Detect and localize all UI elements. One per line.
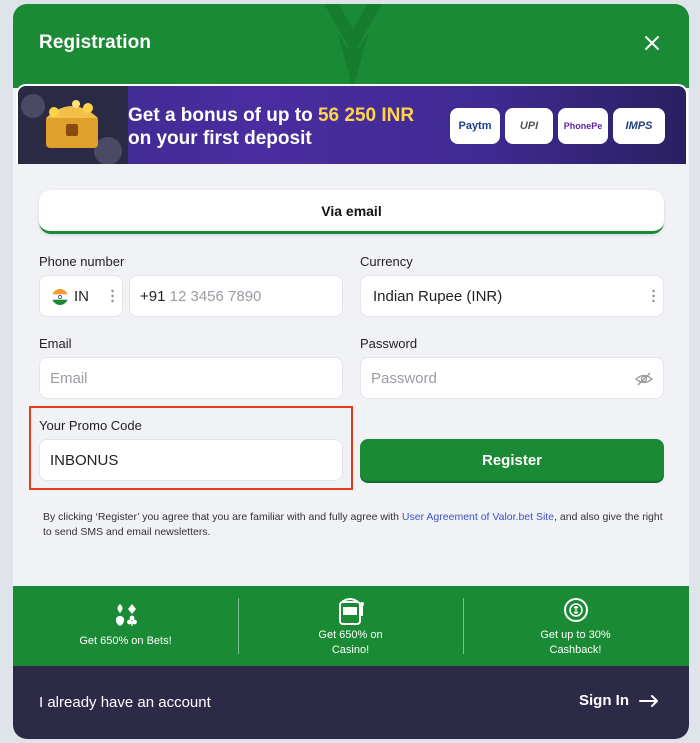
- bonus-cashback-line2: Cashback!: [549, 644, 602, 656]
- bonus-casino-line1: Get 650% on: [318, 629, 383, 641]
- promo-code-label: Your Promo Code: [39, 418, 142, 433]
- bonus-casino-line2: Casino!: [331, 644, 370, 656]
- promo-code-value: INBONUS: [50, 451, 119, 469]
- bonus-banner[interactable]: Get a bonus of up to 56 250 INR on your …: [16, 84, 688, 164]
- dragon-logo-watermark: [323, 4, 383, 88]
- register-button[interactable]: Register: [360, 439, 664, 481]
- imps-logo: IMPS: [613, 108, 665, 144]
- registration-modal: Registration Get a bonus of up to 56 250…: [13, 4, 689, 739]
- bonus-cashback-line1: Get up to 30%: [540, 629, 611, 641]
- password-placeholder: Password: [371, 369, 437, 387]
- cashback-coin-icon: [563, 598, 588, 622]
- close-icon[interactable]: [641, 32, 663, 54]
- tab-via-email[interactable]: Via email: [39, 190, 664, 234]
- currency-select[interactable]: Indian Rupee (INR): [360, 275, 664, 317]
- country-code-text: IN: [74, 288, 89, 305]
- phonepe-logo: PhonePe: [558, 108, 608, 144]
- modal-footer: I already have an account Sign In: [13, 666, 689, 739]
- banner-text: Get a bonus of up to 56 250 INR on your …: [128, 104, 414, 150]
- arrow-right-icon: [639, 694, 658, 707]
- card-suits-icon: [115, 604, 137, 626]
- country-code-select[interactable]: IN: [39, 275, 123, 317]
- phone-number-input[interactable]: +91 12 3456 7890: [129, 275, 343, 317]
- currency-value: Indian Rupee (INR): [373, 287, 503, 305]
- email-input[interactable]: Email: [39, 357, 343, 399]
- already-have-account-text: I already have an account: [39, 694, 211, 711]
- phone-number-label: Phone number: [39, 254, 125, 269]
- paytm-logo: Paytm: [450, 108, 500, 144]
- bonus-cashback: Get up to 30% Cashback!: [463, 586, 688, 666]
- email-placeholder: Email: [50, 369, 88, 387]
- modal-header: Registration: [13, 4, 689, 88]
- upi-logo: UPI: [505, 108, 553, 144]
- india-flag-icon: [52, 289, 68, 305]
- kebab-menu-icon: [111, 289, 114, 303]
- phone-placeholder: 12 3456 7890: [169, 287, 262, 305]
- bonus-bets-text: Get 650% on Bets!: [79, 635, 172, 647]
- password-input[interactable]: Password: [360, 357, 664, 399]
- user-agreement-link[interactable]: User Agreement of Valor.bet Site: [402, 511, 554, 523]
- slot-machine-icon: [338, 598, 364, 625]
- banner-line1-prefix: Get a bonus of up to: [128, 105, 318, 126]
- kebab-menu-icon: [652, 289, 655, 303]
- email-label: Email: [39, 336, 72, 351]
- eye-hidden-icon[interactable]: [635, 371, 653, 387]
- terms-text: By clicking ‘Register’ you agree that yo…: [43, 511, 663, 538]
- bonus-casino: Get 650% on Casino!: [238, 586, 463, 666]
- password-label: Password: [360, 336, 418, 351]
- treasure-chest-icon: [18, 86, 128, 164]
- promo-code-input[interactable]: INBONUS: [39, 439, 343, 481]
- bonus-features-bar: Get 650% on Bets! Get 650% on Casino! Ge…: [13, 586, 689, 666]
- sign-in-label: Sign In: [579, 692, 629, 709]
- sign-in-link[interactable]: Sign In: [579, 692, 659, 709]
- modal-title: Registration: [39, 32, 152, 53]
- banner-bonus-amount: 56 250 INR: [317, 105, 415, 126]
- banner-line2: on your first deposit: [128, 128, 312, 149]
- currency-label: Currency: [360, 254, 413, 269]
- phone-prefix: +91: [140, 287, 166, 305]
- bonus-bets: Get 650% on Bets!: [13, 586, 238, 666]
